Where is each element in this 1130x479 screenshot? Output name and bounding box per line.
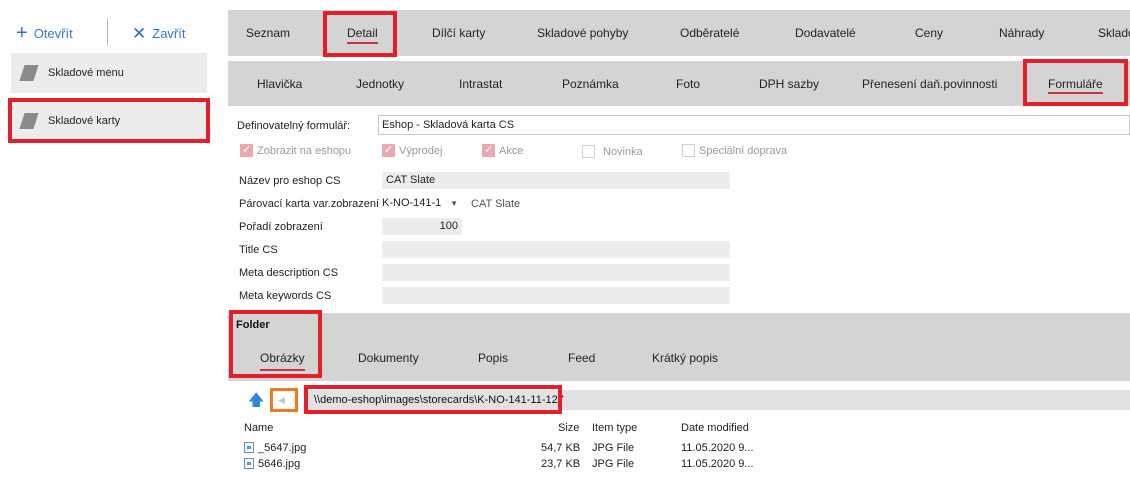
tab-poznamka[interactable]: Poznámka [562, 61, 619, 106]
definable-form-select[interactable]: Eshop - Skladová karta CS [378, 115, 1130, 135]
tab-ceny[interactable]: Ceny [915, 10, 943, 56]
checkbox-zobrazit-na-eshopu[interactable]: Zobrazit na eshopu [240, 143, 352, 157]
close-icon: ✕ [132, 23, 147, 43]
checkbox-label: Výprodej [399, 144, 443, 157]
tab-nahrady[interactable]: Náhrady [999, 10, 1044, 56]
close-label: Zavřít [152, 25, 186, 41]
checkbox-box [582, 145, 595, 158]
open-button[interactable]: + Otevřít [16, 20, 73, 46]
field-label: Párovací karta var.zobrazení [239, 198, 380, 210]
image-file-icon [244, 458, 254, 469]
checkbox-box [240, 143, 253, 157]
field-label: Meta description CS [239, 267, 339, 279]
definable-form-label: Definovatelný formulář: [237, 120, 351, 132]
tab-formulare[interactable]: Formuláře [1048, 61, 1103, 106]
pairing-card-select[interactable]: K-NO-141-1 ▼ [380, 195, 464, 212]
tab-hlavicka[interactable]: Hlavička [257, 61, 302, 106]
checkbox-label: Novinka [603, 145, 643, 158]
open-label: Otevřít [33, 25, 73, 41]
file-name: 5646.jpg [258, 458, 301, 470]
meta-description-input[interactable] [382, 264, 730, 281]
checkbox-novinka[interactable]: Novinka [582, 145, 643, 158]
item-icon [19, 113, 39, 129]
tab-seznam[interactable]: Seznam [246, 10, 290, 56]
tab-odberatele[interactable]: Odběratelé [680, 10, 739, 56]
checkbox-label: Speciální doprava [699, 144, 788, 157]
checkbox-akce[interactable]: Akce [482, 143, 524, 157]
checkbox-box [382, 143, 395, 157]
field-label: Meta keywords CS [239, 290, 332, 302]
file-list: Name Size Item type Date modified _5647.… [228, 418, 1130, 479]
tab-foto[interactable]: Foto [676, 61, 700, 106]
field-label: Pořadí zobrazení [239, 221, 323, 233]
tab-detail[interactable]: Detail [347, 10, 378, 56]
menu-item-label: Skladové menu [48, 67, 124, 79]
checkbox-vyprodej[interactable]: Výprodej [382, 143, 443, 157]
tab-obrazky[interactable]: Obrázky [260, 343, 305, 373]
right-pane: Seznam Detail Dílčí karty Skladové pohyb… [228, 0, 1130, 479]
pairing-card-name: CAT Slate [471, 198, 521, 210]
tab-jednotky[interactable]: Jednotky [356, 61, 404, 106]
display-order-input[interactable]: 100 [382, 218, 462, 235]
definable-form-value: Eshop - Skladová karta CS [382, 119, 515, 131]
plus-icon: + [16, 22, 28, 44]
menu-item-label: Skladové karty [48, 115, 121, 127]
file-size: 23,7 KB [541, 458, 581, 470]
menu-item-skladove-menu[interactable]: Skladové menu [11, 53, 207, 93]
folder-title: Folder [236, 319, 270, 331]
main-tabbar: Seznam Detail Dílčí karty Skladové pohyb… [228, 10, 1130, 56]
file-row[interactable]: _5647.jpg 54,7 KB JPG File 11.05.2020 9.… [228, 442, 1130, 458]
tab-kratky-popis[interactable]: Krátký popis [652, 343, 718, 373]
checkbox-box [482, 143, 495, 157]
file-size: 54,7 KB [541, 442, 581, 454]
path-field[interactable]: \\demo-eshop\images\storecards\K-NO-141-… [308, 390, 1130, 410]
arrow-up-icon[interactable]: 🡅 [248, 392, 264, 408]
close-button[interactable]: ✕ Zavřít [132, 20, 185, 46]
pairing-card-value: K-NO-141-1 [382, 197, 442, 209]
left-pane: + Otevřít ✕ Zavřít Skladové menu Skladov… [0, 0, 215, 479]
field-label: Název pro eshop CS [239, 175, 341, 187]
sub-tabbar: Hlavička Jednotky Intrastat Poznámka Fot… [228, 61, 1130, 106]
checkbox-specialni-doprava[interactable]: Speciální doprava [682, 144, 787, 157]
toolbar-divider [107, 18, 108, 46]
file-type: JPG File [592, 442, 635, 454]
tab-skladove-pohyby[interactable]: Skladové pohyby [537, 10, 628, 56]
tab-dodavatele[interactable]: Dodavatelé [795, 10, 856, 56]
column-header-date[interactable]: Date modified [681, 422, 749, 434]
title-cs-input[interactable] [382, 241, 730, 258]
file-type: JPG File [592, 458, 635, 470]
tab-dokumenty[interactable]: Dokumenty [358, 343, 419, 373]
tab-dph-sazby[interactable]: DPH sazby [759, 61, 819, 106]
checkbox-box [682, 144, 695, 157]
tab-sklado[interactable]: Sklado [1098, 10, 1130, 56]
checkbox-label: Zobrazit na eshopu [257, 144, 352, 157]
column-header-size[interactable]: Size [558, 422, 579, 434]
chevron-down-icon: ▼ [450, 199, 458, 208]
tab-preneseni-dan-povinnosti[interactable]: Přenesení daň.povinnosti [862, 61, 997, 106]
checkbox-label: Akce [499, 144, 524, 157]
column-header-type[interactable]: Item type [592, 422, 637, 434]
back-arrow-icon[interactable]: ◀ [278, 392, 290, 408]
file-name: _5647.jpg [258, 442, 307, 454]
field-label: Title CS [239, 244, 278, 256]
tab-dilci-karty[interactable]: Dílčí karty [432, 10, 485, 56]
file-date: 11.05.2020 9... [681, 442, 754, 454]
file-date: 11.05.2020 9... [681, 458, 754, 470]
column-header-name[interactable]: Name [244, 422, 273, 434]
image-file-icon [244, 442, 254, 453]
eshop-name-input[interactable]: CAT Slate [382, 172, 730, 189]
menu-item-skladove-karty[interactable]: Skladové karty [11, 101, 207, 141]
file-row[interactable]: 5646.jpg 23,7 KB JPG File 11.05.2020 9..… [228, 458, 1130, 474]
tab-intrastat[interactable]: Intrastat [459, 61, 502, 106]
item-icon [19, 65, 39, 81]
path-bar: 🡅 ◀ \\demo-eshop\images\storecards\K-NO-… [228, 388, 1130, 412]
meta-keywords-input[interactable] [382, 287, 730, 304]
folder-panel: Folder Obrázky Dokumenty Popis Feed Krát… [228, 313, 1130, 381]
tab-popis[interactable]: Popis [478, 343, 508, 373]
tab-feed[interactable]: Feed [568, 343, 595, 373]
